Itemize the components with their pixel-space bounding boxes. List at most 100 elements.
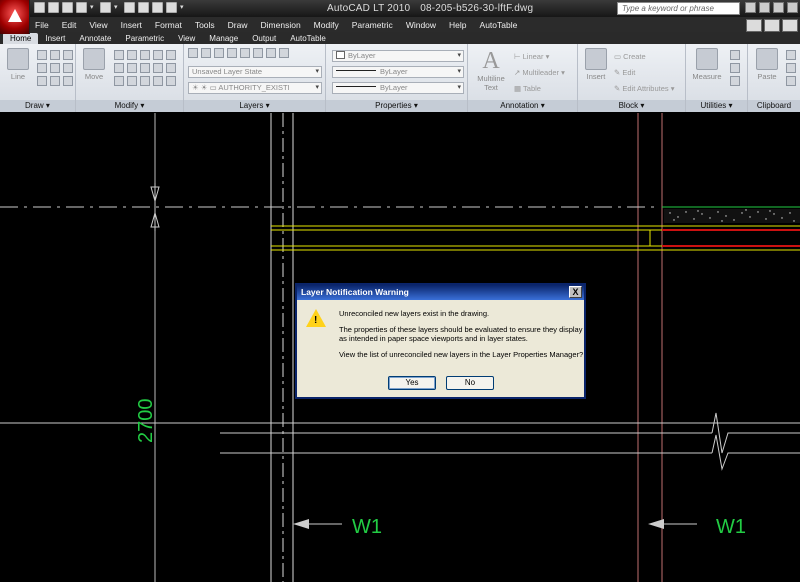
- publish-icon[interactable]: [124, 2, 135, 13]
- menu-dimension[interactable]: Dimension: [261, 20, 301, 30]
- tab-home[interactable]: Home: [3, 33, 39, 44]
- tab-parametric[interactable]: Parametric: [118, 33, 171, 44]
- block-panel-title[interactable]: Block ▾: [578, 100, 685, 112]
- arc-icon[interactable]: [63, 63, 73, 73]
- paste-button[interactable]: Paste: [752, 48, 782, 81]
- hatch-icon[interactable]: [50, 76, 60, 86]
- scale-icon[interactable]: [127, 63, 137, 73]
- tab-annotate[interactable]: Annotate: [72, 33, 118, 44]
- chamfer-icon[interactable]: [153, 76, 163, 86]
- favorites-icon[interactable]: [773, 2, 784, 13]
- yes-button[interactable]: Yes: [388, 376, 436, 390]
- match-properties-icon[interactable]: [786, 76, 796, 86]
- menu-parametric[interactable]: Parametric: [352, 20, 393, 30]
- layer-freeze-icon[interactable]: [227, 48, 237, 58]
- copy-icon[interactable]: [114, 50, 124, 60]
- erase-icon[interactable]: [114, 76, 124, 86]
- multileader-button[interactable]: ↗ Multileader ▾: [514, 68, 565, 77]
- layer-off-icon[interactable]: [240, 48, 250, 58]
- save-icon[interactable]: [62, 2, 73, 13]
- measure-button[interactable]: Measure: [692, 48, 722, 81]
- copy-clip-icon[interactable]: [786, 63, 796, 73]
- search-icon[interactable]: [745, 2, 756, 13]
- minimize-icon[interactable]: [746, 19, 762, 32]
- move-button[interactable]: Move: [79, 48, 109, 81]
- help-icon[interactable]: [787, 2, 798, 13]
- id-point-icon[interactable]: [730, 76, 740, 86]
- new-file-icon[interactable]: [34, 2, 45, 13]
- polyline-icon[interactable]: [37, 50, 47, 60]
- undo-dropdown-icon[interactable]: ▾: [90, 2, 97, 13]
- explode-icon[interactable]: [166, 63, 176, 73]
- layer-state-select[interactable]: Unsaved Layer State: [188, 66, 322, 78]
- linear-dimension-button[interactable]: ⊢ Linear ▾: [514, 52, 549, 61]
- menu-edit[interactable]: Edit: [62, 20, 77, 30]
- select-all-icon[interactable]: [730, 63, 740, 73]
- layer-match-icon[interactable]: [266, 48, 276, 58]
- current-layer-select[interactable]: ☀ ☀ ▭ AUTHORITY_EXISTI: [188, 82, 322, 94]
- redo-icon[interactable]: [100, 2, 111, 13]
- rotate-modify-icon[interactable]: [127, 50, 137, 60]
- tab-autotable[interactable]: AutoTable: [283, 33, 333, 44]
- preview-icon[interactable]: [166, 2, 177, 13]
- open-file-icon[interactable]: [48, 2, 59, 13]
- layer-properties-icon[interactable]: [188, 48, 198, 58]
- dialog-title-bar[interactable]: Layer Notification Warning X: [297, 285, 584, 300]
- ellipse-icon[interactable]: [37, 76, 47, 86]
- tab-insert[interactable]: Insert: [38, 33, 72, 44]
- menu-view[interactable]: View: [89, 20, 107, 30]
- mirror-icon[interactable]: [153, 50, 163, 60]
- clipboard-panel-title[interactable]: Clipboard: [748, 100, 800, 112]
- qat-dropdown-icon[interactable]: ▾: [180, 2, 187, 13]
- color-select[interactable]: ByLayer: [332, 50, 464, 62]
- tab-view[interactable]: View: [171, 33, 202, 44]
- draw-panel-title[interactable]: Draw ▾: [0, 100, 75, 112]
- break-icon[interactable]: [127, 76, 137, 86]
- edit-attributes-button[interactable]: ✎ Edit Attributes ▾: [614, 84, 675, 93]
- stretch-icon[interactable]: [114, 63, 124, 73]
- menu-window[interactable]: Window: [406, 20, 436, 30]
- layer-lock-icon[interactable]: [253, 48, 263, 58]
- rotate-icon[interactable]: [63, 50, 73, 60]
- trim-icon[interactable]: [140, 50, 150, 60]
- plot-icon[interactable]: [152, 2, 163, 13]
- utilities-panel-title[interactable]: Utilities ▾: [686, 100, 747, 112]
- edit-block-button[interactable]: ✎ Edit: [614, 68, 635, 77]
- undo-icon[interactable]: [76, 2, 87, 13]
- layer-isolate-icon[interactable]: [201, 48, 211, 58]
- no-button[interactable]: No: [446, 376, 494, 390]
- create-block-button[interactable]: ▭ Create: [614, 52, 646, 61]
- modify-panel-title[interactable]: Modify ▾: [76, 100, 183, 112]
- linetype-select[interactable]: ByLayer: [332, 66, 464, 78]
- redo-dropdown-icon[interactable]: ▾: [114, 2, 121, 13]
- communication-center-icon[interactable]: [759, 2, 770, 13]
- multiline-text-button[interactable]: A Multiline Text: [472, 48, 510, 92]
- annotation-panel-title[interactable]: Annotation ▾: [468, 100, 577, 112]
- table-button[interactable]: ▦ Table: [514, 84, 541, 93]
- properties-panel-title[interactable]: Properties ▾: [326, 100, 467, 112]
- restore-icon[interactable]: [764, 19, 780, 32]
- insert-block-button[interactable]: Insert: [581, 48, 611, 81]
- tab-manage[interactable]: Manage: [202, 33, 245, 44]
- menu-autotable[interactable]: AutoTable: [480, 20, 518, 30]
- offset-icon[interactable]: [153, 63, 163, 73]
- application-menu-button[interactable]: [0, 0, 30, 34]
- menu-tools[interactable]: Tools: [195, 20, 215, 30]
- close-window-icon[interactable]: [782, 19, 798, 32]
- layer-previous-icon[interactable]: [279, 48, 289, 58]
- lineweight-select[interactable]: ByLayer: [332, 82, 464, 94]
- quick-select-icon[interactable]: [730, 50, 740, 60]
- search-input[interactable]: Type a keyword or phrase: [617, 2, 740, 15]
- sheet-set-icon[interactable]: [138, 2, 149, 13]
- layer-unisolate-icon[interactable]: [214, 48, 224, 58]
- spline-icon[interactable]: [63, 76, 73, 86]
- join-icon[interactable]: [140, 76, 150, 86]
- layers-panel-title[interactable]: Layers ▾: [184, 100, 325, 112]
- fillet-icon[interactable]: [166, 50, 176, 60]
- menu-insert[interactable]: Insert: [121, 20, 142, 30]
- menu-file[interactable]: File: [35, 20, 49, 30]
- lengthen-icon[interactable]: [166, 76, 176, 86]
- array-icon[interactable]: [140, 63, 150, 73]
- close-icon[interactable]: X: [569, 286, 582, 298]
- menu-modify[interactable]: Modify: [314, 20, 339, 30]
